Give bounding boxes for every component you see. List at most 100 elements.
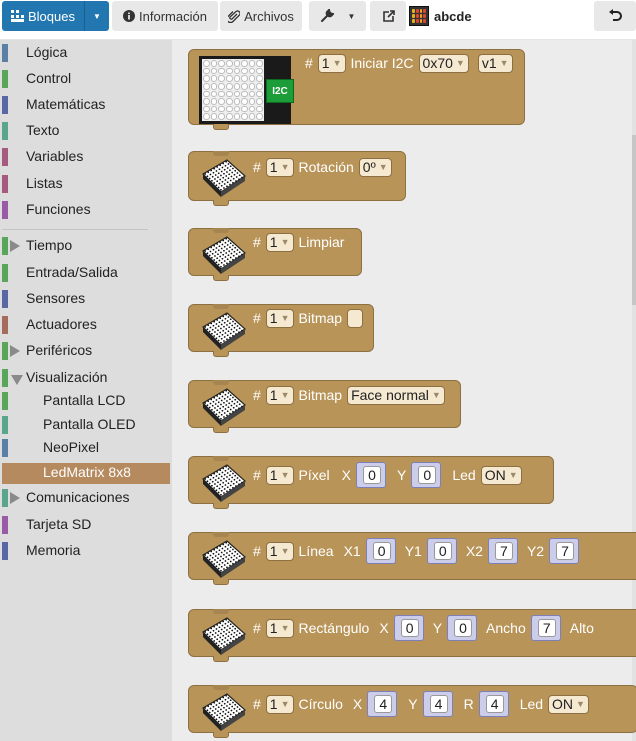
- ancho-input[interactable]: 7: [530, 615, 561, 641]
- block-circulo[interactable]: # 1 ▼ Círculo X 4 Y 4 R 4 Led ON ▼: [188, 685, 636, 738]
- version-dropdown[interactable]: v1 ▼: [477, 53, 513, 73]
- sidebar-item-ledmatrix[interactable]: LedMatrix 8x8: [2, 463, 170, 484]
- number-value[interactable]: 0: [433, 542, 452, 560]
- block-rotacion[interactable]: # 1 ▼ Rotación 0º ▼: [188, 151, 406, 206]
- number-value[interactable]: 0: [372, 542, 391, 560]
- info-icon: [123, 10, 136, 22]
- block-hash: #: [253, 159, 261, 175]
- index-dropdown[interactable]: 1 ▼: [265, 618, 294, 638]
- block-linea[interactable]: # 1 ▼ Línea X1 0 Y1 0 X2 7 Y2 7: [188, 532, 636, 585]
- paperclip-icon: [228, 9, 241, 23]
- bloques-button[interactable]: Bloques ▼: [2, 1, 109, 31]
- sidebar-item-tiempo[interactable]: Tiempo: [2, 235, 170, 257]
- block-bitmap[interactable]: # 1 ▼ Bitmap: [188, 304, 374, 357]
- dropdown-arrow-icon: ▼: [280, 390, 290, 400]
- ledmatrix-icon: [199, 614, 247, 656]
- number-value[interactable]: 7: [537, 619, 556, 637]
- y-input[interactable]: 0: [411, 462, 442, 488]
- number-value[interactable]: 0: [454, 619, 473, 637]
- y-label: Y: [396, 467, 407, 483]
- sidebar-item-sensores[interactable]: Sensores: [2, 288, 170, 310]
- dropdown-arrow-icon: ▼: [280, 313, 290, 323]
- informacion-label: Información: [139, 8, 207, 24]
- r-input[interactable]: 4: [478, 691, 509, 717]
- sidebar-item-visualizacion[interactable]: Visualización: [2, 367, 170, 389]
- index-dropdown[interactable]: 1 ▼: [265, 385, 294, 405]
- block-iniciar-i2c[interactable]: I2C # 1 ▼ Iniciar I2C 0x70 ▼ v1 ▼: [188, 49, 525, 130]
- project-name: abcde: [434, 8, 472, 24]
- sidebar-item-listas[interactable]: Listas: [2, 173, 170, 195]
- undo-button[interactable]: [594, 1, 636, 31]
- blocks-workspace[interactable]: I2C # 1 ▼ Iniciar I2C 0x70 ▼ v1 ▼ # 1 ▼ Rota…: [172, 40, 636, 741]
- index-dropdown[interactable]: 1 ▼: [265, 465, 294, 485]
- sidebar-item-funciones[interactable]: Funciones: [2, 199, 170, 221]
- dropdown-arrow-icon: ▼: [455, 58, 465, 68]
- y-input[interactable]: 0: [447, 615, 478, 641]
- sidebar-item-pantalla-oled[interactable]: Pantalla OLED: [2, 414, 170, 436]
- sidebar-item-texto[interactable]: Texto: [2, 120, 170, 142]
- sidebar-item-comunicaciones[interactable]: Comunicaciones: [2, 487, 170, 509]
- tools-button[interactable]: ▼: [309, 1, 366, 31]
- sidebar-item-tarjeta-sd[interactable]: Tarjeta SD: [2, 514, 170, 536]
- dropdown-value: 1: [269, 696, 278, 712]
- y1-input[interactable]: 0: [426, 538, 457, 564]
- index-dropdown[interactable]: 1 ▼: [265, 157, 294, 177]
- number-value[interactable]: 0: [418, 466, 437, 484]
- number-value[interactable]: 0: [362, 466, 381, 484]
- sidebar-item-perifericos[interactable]: Periféricos: [2, 340, 170, 362]
- block-hash: #: [305, 55, 313, 71]
- scrollbar-thumb[interactable]: [632, 135, 636, 305]
- block-bitmap-face[interactable]: # 1 ▼ Bitmap Face normal ▼: [188, 380, 461, 433]
- number-value[interactable]: 7: [494, 542, 513, 560]
- face-dropdown[interactable]: Face normal ▼: [347, 385, 445, 405]
- x-input[interactable]: 0: [355, 462, 386, 488]
- sidebar-item-entrada-salida[interactable]: Entrada/Salida: [2, 262, 170, 284]
- index-dropdown[interactable]: 1 ▼: [265, 541, 294, 561]
- led-dropdown[interactable]: ON ▼: [480, 465, 522, 485]
- bitmap-field[interactable]: [347, 308, 364, 328]
- sidebar-item-memoria[interactable]: Memoria: [2, 540, 170, 562]
- index-dropdown[interactable]: 1 ▼: [317, 53, 346, 73]
- block-label: Píxel: [298, 467, 330, 483]
- sidebar-item-actuadores[interactable]: Actuadores: [2, 314, 170, 336]
- archivos-button[interactable]: Archivos: [220, 1, 302, 31]
- sidebar-item-control[interactable]: Control: [2, 68, 170, 90]
- number-value[interactable]: 4: [374, 695, 393, 713]
- sidebar-item-variables[interactable]: Variables: [2, 146, 170, 168]
- index-dropdown[interactable]: 1 ▼: [265, 694, 294, 714]
- informacion-button[interactable]: Información: [112, 1, 218, 31]
- block-limpiar[interactable]: # 1 ▼ Limpiar: [188, 228, 362, 281]
- sidebar-item-pantalla-lcd[interactable]: Pantalla LCD: [2, 390, 170, 412]
- number-value[interactable]: 0: [400, 619, 419, 637]
- x-input[interactable]: 4: [367, 691, 398, 717]
- x-input[interactable]: 0: [393, 615, 424, 641]
- sidebar-item-logica[interactable]: Lógica: [2, 42, 170, 64]
- x1-input[interactable]: 0: [365, 538, 396, 564]
- x2-input[interactable]: 7: [487, 538, 518, 564]
- block-hash: #: [253, 387, 261, 403]
- block-label: Línea: [298, 543, 334, 559]
- block-label: Iniciar I2C: [350, 55, 414, 71]
- expand-arrow-icon[interactable]: [10, 345, 20, 357]
- collapse-arrow-icon[interactable]: [11, 375, 23, 385]
- block-label: Círculo: [298, 696, 343, 712]
- rotation-dropdown[interactable]: 0º ▼: [358, 157, 392, 177]
- y-input[interactable]: 4: [422, 691, 453, 717]
- number-value[interactable]: 4: [485, 695, 504, 713]
- block-label: Rotación: [298, 159, 354, 175]
- sidebar-item-matematicas[interactable]: Matemáticas: [2, 94, 170, 116]
- index-dropdown[interactable]: 1 ▼: [265, 308, 294, 328]
- bloques-dropdown-caret[interactable]: ▼: [84, 1, 109, 31]
- number-value[interactable]: 7: [556, 542, 575, 560]
- block-rectangulo[interactable]: # 1 ▼ Rectángulo X 0 Y 0 Ancho 7 Alto: [188, 609, 636, 662]
- number-value[interactable]: 4: [429, 695, 448, 713]
- expand-arrow-icon[interactable]: [10, 240, 20, 252]
- share-button[interactable]: [370, 1, 406, 31]
- index-dropdown[interactable]: 1 ▼: [265, 232, 294, 252]
- led-dropdown[interactable]: ON ▼: [548, 694, 589, 714]
- block-pixel[interactable]: # 1 ▼ Píxel X 0 Y 0 Led ON ▼: [188, 456, 554, 509]
- sidebar-item-neopixel[interactable]: NeoPixel: [2, 437, 170, 459]
- expand-arrow-icon[interactable]: [10, 492, 20, 504]
- address-dropdown[interactable]: 0x70 ▼: [418, 53, 469, 73]
- y2-input[interactable]: 7: [549, 538, 580, 564]
